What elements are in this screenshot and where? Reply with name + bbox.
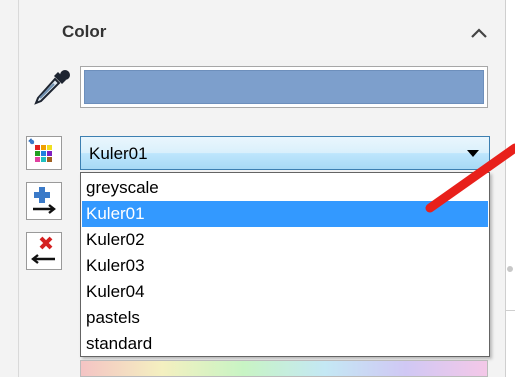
- remove-color-icon: [31, 236, 55, 264]
- color-panel: Color Kuler01 greyscale Kuler01 Kuler02 …: [0, 0, 505, 377]
- color-swatch[interactable]: [80, 66, 488, 108]
- chevron-down-icon: [467, 150, 479, 157]
- color-spectrum[interactable]: [80, 360, 488, 377]
- palette-grid-icon: [28, 138, 52, 162]
- adjacent-panel-edge: [505, 0, 515, 377]
- eyedropper-icon: [34, 70, 70, 105]
- palette-option-pastels[interactable]: pastels: [82, 305, 488, 331]
- collapse-button[interactable]: [466, 22, 492, 44]
- panel-left-border: [18, 0, 19, 377]
- palette-option-kuler01[interactable]: Kuler01: [82, 201, 488, 227]
- palette-button[interactable]: [26, 136, 62, 170]
- divider: [505, 310, 515, 311]
- palette-option-greyscale[interactable]: greyscale: [82, 175, 488, 201]
- chevron-up-icon: [471, 28, 487, 38]
- remove-color-button[interactable]: [26, 232, 62, 270]
- add-color-icon: [33, 187, 56, 214]
- palette-option-kuler02[interactable]: Kuler02: [82, 227, 488, 253]
- splitter-handle[interactable]: [507, 266, 513, 272]
- palette-dropdown-list: greyscale Kuler01 Kuler02 Kuler03 Kuler0…: [80, 172, 490, 357]
- palette-option-kuler04[interactable]: Kuler04: [82, 279, 488, 305]
- palette-select[interactable]: Kuler01: [80, 136, 490, 170]
- add-color-button[interactable]: [26, 182, 62, 220]
- panel-title: Color: [62, 22, 107, 41]
- color-swatch-fill: [84, 70, 484, 104]
- palette-option-standard[interactable]: standard: [82, 331, 488, 357]
- palette-select-value: Kuler01: [89, 144, 148, 163]
- palette-option-kuler03[interactable]: Kuler03: [82, 253, 488, 279]
- eyedropper-button[interactable]: [28, 66, 76, 108]
